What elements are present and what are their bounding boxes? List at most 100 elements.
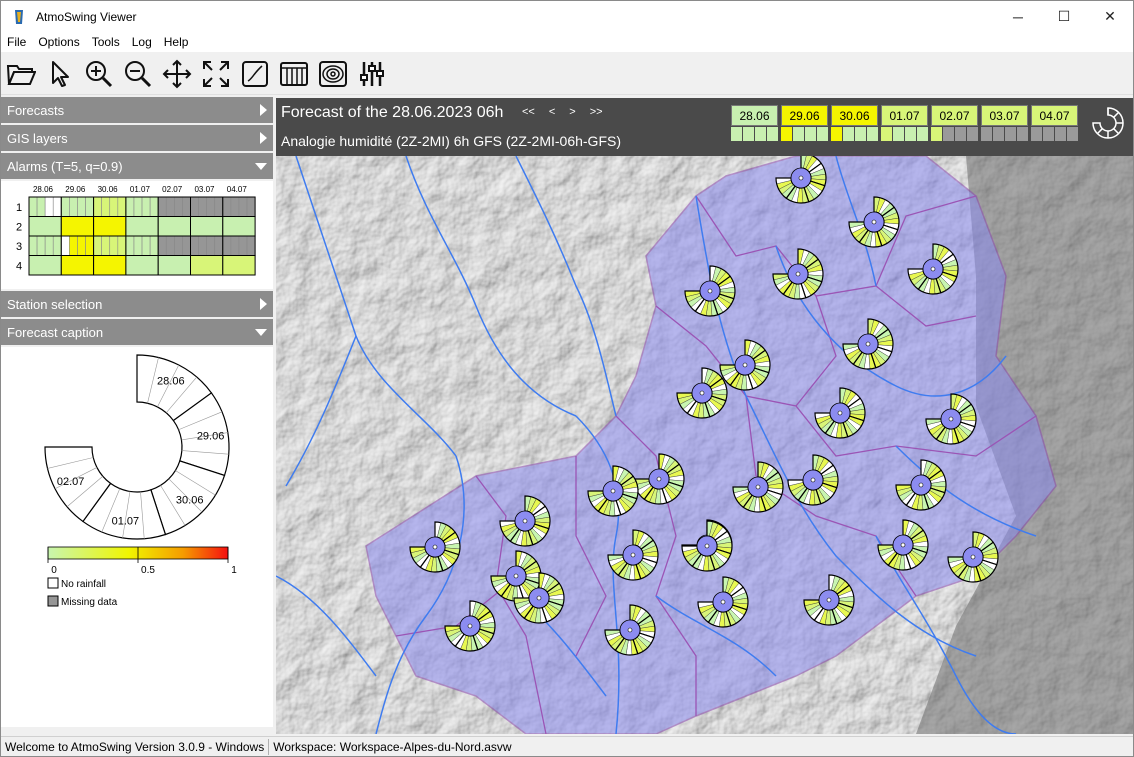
previous-date-button[interactable]: < bbox=[549, 106, 555, 118]
alarm-row-label: 2 bbox=[16, 222, 22, 234]
alarm-cell bbox=[60, 255, 95, 276]
station-point bbox=[513, 573, 519, 579]
leadtime-bar bbox=[905, 127, 916, 141]
alarms-section-label: Alarms (T=5, q=0.9) bbox=[7, 158, 123, 174]
forecast-date-cell[interactable]: 29.06 bbox=[781, 105, 828, 141]
alarms-section-header[interactable]: Alarms (T=5, q=0.9) bbox=[1, 153, 273, 181]
station-point bbox=[810, 477, 816, 483]
forecast-date-cell[interactable]: 04.07 bbox=[1031, 105, 1078, 141]
menu-help[interactable]: Help bbox=[158, 35, 195, 49]
station-point bbox=[704, 543, 710, 549]
forecast-caption-section-header[interactable]: Forecast caption bbox=[1, 319, 273, 347]
station-point bbox=[742, 362, 748, 368]
alarm-cell bbox=[222, 216, 256, 237]
alarm-cell bbox=[222, 196, 256, 217]
forecast-date-cell[interactable]: 01.07 bbox=[881, 105, 928, 141]
alarm-date-label: 04.07 bbox=[227, 185, 248, 194]
station-selection-section-header[interactable]: Station selection bbox=[1, 291, 273, 319]
leadtime-bar bbox=[1017, 127, 1028, 141]
forecast-date-label: 29.06 bbox=[781, 105, 828, 126]
last-date-button[interactable]: >> bbox=[590, 106, 603, 118]
alarm-cell bbox=[125, 235, 159, 256]
alarm-cell bbox=[157, 216, 191, 237]
alarm-row-label: 4 bbox=[16, 261, 22, 273]
full-extent-button[interactable] bbox=[200, 58, 232, 90]
forecast-date-cell[interactable]: 02.07 bbox=[931, 105, 978, 141]
open-folder-icon bbox=[6, 64, 36, 85]
leadtime-bar bbox=[917, 127, 928, 141]
leadtime-bar bbox=[881, 127, 892, 141]
alarm-cell bbox=[125, 255, 159, 276]
date-leadtime-bars bbox=[1031, 127, 1078, 141]
leadtime-bar bbox=[993, 127, 1004, 141]
app-logo-icon bbox=[15, 9, 23, 24]
first-date-button[interactable]: << bbox=[522, 106, 535, 118]
sidebar-button[interactable] bbox=[239, 58, 271, 90]
station-point bbox=[871, 219, 877, 225]
pan-button[interactable] bbox=[161, 58, 193, 90]
maximize-button[interactable]: ☐ bbox=[1041, 1, 1087, 32]
caption-day-label: 30.06 bbox=[176, 495, 204, 507]
forecast-date-cell[interactable]: 28.06 bbox=[731, 105, 778, 141]
leadtime-bar bbox=[1043, 127, 1054, 141]
station-point bbox=[826, 597, 832, 603]
leadtime-bar bbox=[731, 127, 742, 141]
alarm-row-label: 3 bbox=[16, 241, 22, 253]
forecast-method-subtitle: Analogie humidité (2Z-2MI) 6h GFS (2Z-2M… bbox=[281, 133, 621, 149]
forecast-date-label: 02.07 bbox=[931, 105, 978, 126]
zoom-in-button[interactable] bbox=[83, 58, 115, 90]
menu-tools[interactable]: Tools bbox=[86, 35, 126, 49]
gis-layers-section-header[interactable]: GIS layers bbox=[1, 125, 273, 153]
alarm-cell bbox=[157, 235, 191, 256]
collapse-arrow-icon bbox=[255, 328, 267, 336]
sidebar-icon bbox=[242, 60, 268, 87]
forecast-date-cell[interactable]: 03.07 bbox=[981, 105, 1028, 141]
select-button[interactable] bbox=[44, 58, 76, 90]
leadtime-bar bbox=[981, 127, 992, 141]
zoom-out-button[interactable] bbox=[122, 58, 154, 90]
station-point bbox=[948, 416, 954, 422]
leadtime-bar bbox=[931, 127, 942, 141]
forecast-date-label: 03.07 bbox=[981, 105, 1028, 126]
forecasts-section-header[interactable]: Forecasts bbox=[1, 97, 273, 125]
map-header: Forecast of the 28.06.2023 06h << < > >>… bbox=[276, 98, 1133, 156]
left-panel: Forecasts GIS layers Alarms (T=5, q=0.9)… bbox=[1, 97, 273, 733]
alarm-cell bbox=[60, 196, 95, 217]
table-icon bbox=[280, 61, 308, 86]
table-button[interactable] bbox=[278, 58, 310, 90]
menu-file[interactable]: File bbox=[1, 35, 32, 49]
expand-arrow-icon bbox=[260, 132, 267, 144]
scale-tick-label: 0 bbox=[51, 565, 57, 576]
gis-layers-section-label: GIS layers bbox=[7, 130, 68, 146]
alarm-cell bbox=[190, 235, 224, 256]
menu-bar: File Options Tools Log Help bbox=[1, 32, 1133, 52]
alarm-row-label: 1 bbox=[16, 202, 22, 214]
alarm-cell bbox=[222, 235, 256, 256]
forecast-date-cell[interactable]: 30.06 bbox=[831, 105, 878, 141]
leadtime-bar bbox=[831, 127, 842, 141]
alarm-date-label: 30.06 bbox=[98, 185, 119, 194]
status-workspace: Workspace: Workspace-Alpes-du-Nord.asvw bbox=[273, 739, 512, 754]
alarm-date-label: 01.07 bbox=[130, 185, 151, 194]
next-date-button[interactable]: > bbox=[569, 106, 575, 118]
station-point bbox=[720, 599, 726, 605]
alarm-cell bbox=[93, 196, 127, 217]
map-view[interactable]: Forecast of the 28.06.2023 06h << < > >>… bbox=[276, 98, 1133, 734]
alarm-cell bbox=[157, 255, 191, 276]
menu-options[interactable]: Options bbox=[32, 35, 85, 49]
leadtime-bar bbox=[1067, 127, 1078, 141]
close-button[interactable]: ✕ bbox=[1087, 1, 1133, 32]
station-point bbox=[755, 484, 761, 490]
menu-log[interactable]: Log bbox=[126, 35, 158, 49]
alarms-panel: 28.06 29.06 30.06 01.07 02.07 03.07 04.07 1 2 3 4 bbox=[1, 181, 273, 289]
map-canvas[interactable] bbox=[276, 156, 1133, 734]
contour-button[interactable] bbox=[317, 58, 349, 90]
sliders-button[interactable] bbox=[356, 58, 388, 90]
leadtime-bar bbox=[1055, 127, 1066, 141]
leadtime-bar bbox=[755, 127, 766, 141]
minimize-button[interactable]: ─ bbox=[995, 1, 1041, 32]
open-folder-button[interactable] bbox=[5, 58, 37, 90]
alarm-cell bbox=[125, 216, 159, 237]
leadtime-bar bbox=[793, 127, 804, 141]
ring-view-icon[interactable] bbox=[1091, 106, 1125, 140]
